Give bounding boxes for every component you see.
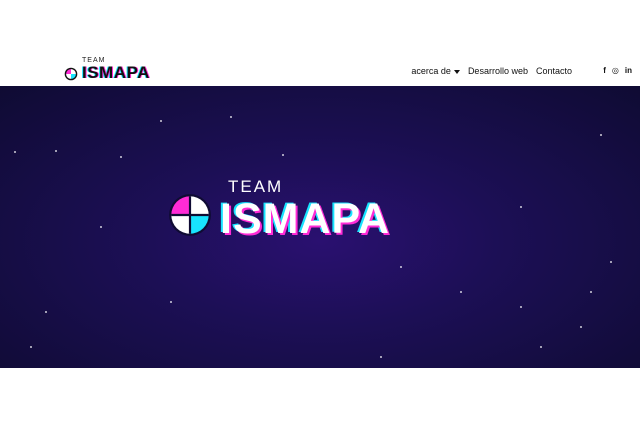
star — [230, 116, 232, 118]
hero-emblem-icon — [169, 194, 211, 236]
star — [590, 291, 592, 293]
star — [170, 301, 172, 303]
star — [282, 154, 284, 156]
star — [520, 206, 522, 208]
hero-team-text: TEAM — [228, 177, 284, 196]
star — [610, 261, 612, 263]
facebook-icon[interactable]: f — [603, 67, 606, 75]
star — [160, 120, 162, 122]
logo-name-text: ISMAPA — [82, 63, 150, 82]
nav-item-label: acerca de — [411, 66, 451, 76]
star — [14, 151, 16, 153]
star — [45, 311, 47, 313]
nav-item-contacto[interactable]: Contacto — [536, 66, 572, 76]
star — [30, 346, 32, 348]
star — [100, 226, 102, 228]
brand-logo[interactable]: TEAM ISMAPA — [64, 57, 164, 83]
caret-down-icon — [453, 69, 460, 74]
navbar: TEAM ISMAPA acerca de Desarrollo web Con… — [0, 52, 640, 86]
linkedin-icon[interactable]: in — [625, 67, 632, 75]
top-whitespace — [0, 0, 640, 52]
logo-emblem-icon — [64, 67, 78, 81]
star — [460, 291, 462, 293]
page-footer-space — [0, 368, 640, 426]
social-links: f ◎ in — [603, 67, 632, 75]
instagram-icon[interactable]: ◎ — [612, 67, 619, 75]
star — [55, 150, 57, 152]
star — [520, 306, 522, 308]
star — [540, 346, 542, 348]
nav-item-desarrollo-web[interactable]: Desarrollo web — [468, 66, 528, 76]
hero-title: ISMAPA — [220, 195, 391, 243]
star — [380, 356, 382, 358]
nav-menu: acerca de Desarrollo web Contacto — [411, 66, 572, 76]
star — [120, 156, 122, 158]
star — [400, 266, 402, 268]
star — [580, 326, 582, 328]
nav-item-acerca-de[interactable]: acerca de — [411, 66, 460, 76]
star — [600, 134, 602, 136]
hero-logo: TEAM ISMAPA — [168, 177, 468, 251]
hero-banner: TEAM ISMAPA — [0, 86, 640, 368]
